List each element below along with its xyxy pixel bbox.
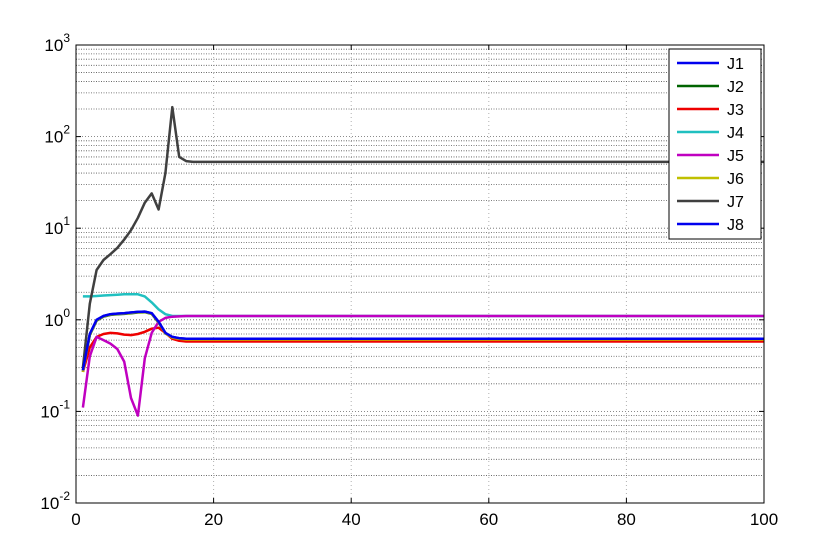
y-tick-exponent: -1 xyxy=(59,397,70,411)
y-tick-base: 10 xyxy=(44,311,63,330)
y-tick-label: 10-2 xyxy=(40,489,70,513)
y-tick-base: 10 xyxy=(44,128,63,147)
y-tick-label: 102 xyxy=(44,123,70,147)
y-tick-exponent: 2 xyxy=(63,123,70,137)
y-tick-base: 10 xyxy=(40,494,59,513)
y-tick-exponent: 0 xyxy=(63,306,70,320)
line-chart: 0 20 40 60 80 10010-210-1100101102103 J1J2J3J… xyxy=(40,31,778,529)
legend-box xyxy=(668,48,762,240)
y-tick-label: 100 xyxy=(44,306,70,330)
y-tick-label: 10-1 xyxy=(40,397,70,421)
y-tick-base: 10 xyxy=(44,36,63,55)
x-tick-label: 80 xyxy=(617,510,636,529)
y-tick-label: 103 xyxy=(44,31,70,55)
legend: J1 J2 J3 J4 J5 J6 J7 J8 xyxy=(668,48,762,240)
legend-label: J2 xyxy=(727,79,744,96)
x-tick-label: 40 xyxy=(342,510,361,529)
x-tick-label: 0 xyxy=(71,510,80,529)
legend-label: J3 xyxy=(727,102,744,119)
y-tick-exponent: 3 xyxy=(63,31,70,45)
chart-container: 0 20 40 60 80 100 10-2 10-1 100 101 102 103 J1 J2 J3 J… xyxy=(0,0,830,554)
y-tick-exponent: 1 xyxy=(63,214,70,228)
legend-label: J4 xyxy=(727,125,744,142)
y-tick-label: 101 xyxy=(44,214,70,238)
legend-label: J8 xyxy=(727,217,744,234)
legend-label: J6 xyxy=(727,171,744,188)
x-tick-label: 60 xyxy=(479,510,498,529)
legend-label: J1 xyxy=(727,56,744,73)
legend-label: J7 xyxy=(727,194,744,211)
y-tick-base: 10 xyxy=(40,402,59,421)
y-tick-exponent: -2 xyxy=(59,489,70,503)
y-tick-base: 10 xyxy=(44,219,63,238)
plot-background xyxy=(76,45,764,503)
x-tick-label: 100 xyxy=(750,510,778,529)
legend-label: J5 xyxy=(727,148,744,165)
x-tick-label: 20 xyxy=(204,510,223,529)
